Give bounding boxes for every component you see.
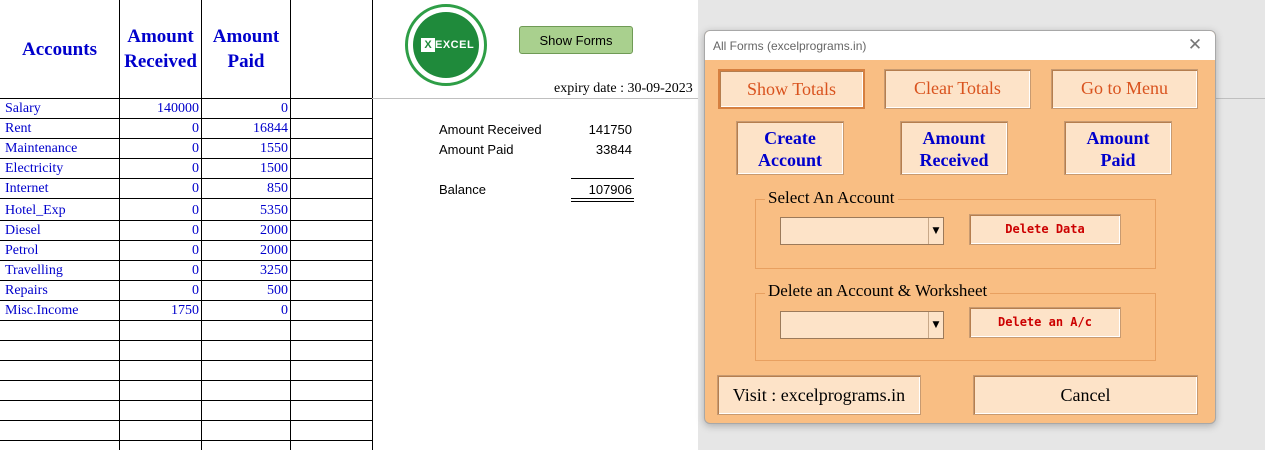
account-name-cell[interactable]: Rent (5, 119, 31, 139)
account-name-cell[interactable]: Diesel (5, 221, 41, 241)
show-totals-button[interactable]: Show Totals (718, 69, 865, 109)
amount-paid-cell[interactable]: 2000 (202, 241, 288, 261)
create-account-button[interactable]: Create Account (736, 121, 844, 175)
delete-account-title: Delete an Account & Worksheet (765, 281, 991, 301)
accounts-header: Accounts (22, 38, 97, 60)
delete-account-dropdown[interactable]: ▼ (780, 311, 944, 339)
amount-paid-cell[interactable]: 5350 (202, 201, 288, 221)
amount-paid-cell[interactable]: 1550 (202, 139, 288, 159)
delete-account-button[interactable]: Delete an A/c (969, 307, 1121, 338)
amount-received-cell[interactable]: 0 (120, 241, 199, 261)
row-divider (0, 340, 372, 341)
summary-received-label: Amount Received (439, 122, 542, 137)
amount-paid-cell[interactable]: 16844 (202, 119, 288, 139)
amount-paid-cell[interactable]: 1500 (202, 159, 288, 179)
account-name-cell[interactable]: Salary (5, 99, 41, 119)
account-name-cell[interactable]: Petrol (5, 241, 38, 261)
column-divider (372, 0, 373, 450)
row-divider (0, 380, 372, 381)
account-name-cell[interactable]: Hotel_Exp (5, 201, 66, 221)
close-icon[interactable]: ✕ (1185, 35, 1205, 55)
amount-received-cell[interactable]: 140000 (120, 99, 199, 119)
row-divider (0, 400, 372, 401)
column-divider (290, 0, 291, 450)
summary-paid-value: 33844 (595, 142, 632, 157)
select-account-title: Select An Account (765, 188, 898, 208)
go-to-menu-button[interactable]: Go to Menu (1051, 69, 1198, 109)
amount-received-cell[interactable]: 0 (120, 221, 199, 241)
amount-received-cell[interactable]: 0 (120, 261, 199, 281)
amount-paid-cell[interactable]: 2000 (202, 221, 288, 241)
chevron-down-icon[interactable]: ▼ (928, 218, 943, 244)
dialog-titlebar[interactable]: All Forms (excelprograms.in) ✕ (705, 31, 1215, 60)
delete-data-button[interactable]: Delete Data (969, 214, 1121, 245)
chevron-down-icon[interactable]: ▼ (928, 312, 943, 338)
account-name-cell[interactable]: Internet (5, 179, 49, 199)
cancel-button[interactable]: Cancel (973, 375, 1198, 415)
amount-paid-button[interactable]: Amount Paid (1064, 121, 1172, 175)
grid-line (1214, 98, 1265, 99)
balance-top-border (571, 178, 634, 179)
summary-balance-value: 107906 (588, 182, 632, 197)
amount-received-cell[interactable]: 0 (120, 139, 199, 159)
account-name-cell[interactable]: Travelling (5, 261, 63, 281)
amount-received-cell[interactable]: 0 (120, 201, 199, 221)
amount-received-cell[interactable]: 1750 (120, 301, 199, 321)
amount-paid-cell[interactable]: 850 (202, 179, 288, 199)
amount-received-cell[interactable]: 0 (120, 159, 199, 179)
dialog-title: All Forms (excelprograms.in) (713, 39, 867, 53)
expiry-date: expiry date : 30-09-2023 (554, 81, 693, 96)
select-account-dropdown[interactable]: ▼ (780, 217, 944, 245)
account-name-cell[interactable]: Repairs (5, 281, 48, 301)
visit-website-button[interactable]: Visit : excelprograms.in (717, 375, 921, 415)
account-name-cell[interactable]: Misc.Income (5, 301, 78, 321)
summary-balance-label: Balance (439, 182, 486, 197)
row-divider (0, 420, 372, 421)
summary-paid-label: Amount Paid (439, 142, 514, 157)
amount-paid-cell[interactable]: 3250 (202, 261, 288, 281)
amount-paid-cell[interactable]: 500 (202, 281, 288, 301)
amount-received-cell[interactable]: 0 (120, 281, 199, 301)
summary-received-value: 141750 (588, 122, 632, 137)
account-name-cell[interactable]: Electricity (5, 159, 63, 179)
row-divider (0, 440, 372, 441)
amount-received-cell[interactable]: 0 (120, 179, 199, 199)
clear-totals-button[interactable]: Clear Totals (884, 69, 1031, 109)
balance-double-border (571, 201, 634, 202)
show-forms-button[interactable]: Show Forms (519, 26, 633, 54)
amount-paid-cell[interactable]: 0 (202, 99, 288, 119)
balance-double-border (571, 198, 634, 199)
excel-logo-icon: X EXCEL (405, 4, 487, 86)
amount-paid-cell[interactable]: 0 (202, 301, 288, 321)
all-forms-dialog: All Forms (excelprograms.in) ✕ Show Tota… (704, 30, 1216, 424)
amount-paid-header: Amount Paid (212, 26, 280, 72)
amount-received-button[interactable]: Amount Received (900, 121, 1008, 175)
spreadsheet: Accounts Amount Received Amount Paid Salar… (0, 0, 698, 450)
account-name-cell[interactable]: Maintenance (5, 139, 77, 159)
row-divider (0, 360, 372, 361)
amount-received-header: Amount Received (124, 26, 197, 72)
amount-received-cell[interactable]: 0 (120, 119, 199, 139)
